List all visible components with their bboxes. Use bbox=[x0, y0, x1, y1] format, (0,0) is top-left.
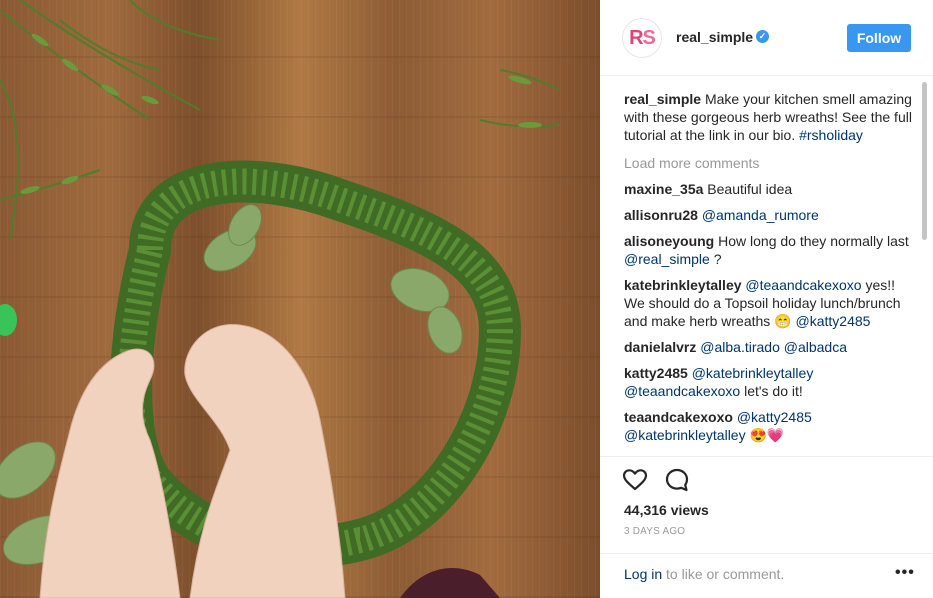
heart-icon[interactable] bbox=[622, 467, 648, 493]
comment-item: danielalvrz @alba.tirado @albadca bbox=[624, 338, 914, 356]
comment-icon[interactable] bbox=[664, 467, 690, 493]
login-rest-text: to like or comment. bbox=[666, 566, 785, 582]
comment-mention-link[interactable]: @alba.tirado bbox=[700, 339, 780, 355]
comment-emoji: 😍💗 bbox=[749, 427, 785, 443]
avatar-letter-r: R bbox=[629, 26, 643, 49]
post-date[interactable]: 3 DAYS AGO bbox=[624, 526, 685, 537]
comment-mention-link[interactable]: @teaandcakexoxo bbox=[624, 383, 740, 399]
avatar-letter-s: S bbox=[642, 26, 656, 49]
verified-badge-icon: ✓ bbox=[756, 30, 769, 43]
comment-mention-link[interactable]: @katebrinkleytalley bbox=[692, 365, 814, 381]
follow-button[interactable]: Follow bbox=[847, 24, 911, 52]
comments-scrollbar[interactable] bbox=[922, 82, 927, 240]
load-more-comments-link[interactable]: Load more comments bbox=[624, 154, 914, 172]
post-header: RS real_simple ✓ Follow bbox=[600, 0, 933, 76]
caption-username-link[interactable]: real_simple bbox=[624, 91, 701, 107]
comment-mention-link[interactable]: @teaandcakexoxo bbox=[745, 277, 861, 293]
comment-mention-link[interactable]: @katebrinkleytalley bbox=[624, 427, 746, 443]
comment-mention-link[interactable]: @real_simple bbox=[624, 251, 710, 267]
comment-text: let's do it! bbox=[744, 383, 803, 399]
comment-item: teaandcakexoxo @katty2485 @katebrinkleyt… bbox=[624, 408, 914, 444]
comment-username-link[interactable]: alisoneyoung bbox=[624, 233, 714, 249]
login-text: Log in to like or comment. bbox=[624, 566, 784, 582]
post-side-panel: RS real_simple ✓ Follow real_simple Make… bbox=[600, 0, 933, 598]
comment-username-link[interactable]: katebrinkleytalley bbox=[624, 277, 742, 293]
login-link[interactable]: Log in bbox=[624, 566, 662, 582]
comment-text: Beautiful idea bbox=[707, 181, 793, 197]
comment-username-link[interactable]: allisonru28 bbox=[624, 207, 698, 223]
comment-text: How long do they normally last bbox=[718, 233, 909, 249]
view-count[interactable]: 44,316 views bbox=[624, 502, 709, 518]
herb-wreath-image bbox=[0, 0, 561, 598]
avatar[interactable]: RS bbox=[622, 18, 662, 58]
comment-mention-link[interactable]: @amanda_rumore bbox=[702, 207, 819, 223]
login-prompt: Log in to like or comment. ••• bbox=[600, 553, 933, 598]
comment-username-link[interactable]: katty2485 bbox=[624, 365, 688, 381]
comment-mention-link[interactable]: @katty2485 bbox=[737, 409, 812, 425]
comment-username-link[interactable]: danielalvrz bbox=[624, 339, 696, 355]
comment-item: allisonru28 @amanda_rumore bbox=[624, 206, 914, 224]
comment-item: katebrinkleytalley @teaandcakexoxo yes!!… bbox=[624, 276, 914, 330]
post-caption: real_simple Make your kitchen smell amaz… bbox=[624, 90, 914, 144]
comment-username-link[interactable]: teaandcakexoxo bbox=[624, 409, 733, 425]
post-photo[interactable] bbox=[0, 0, 600, 598]
comment-mention-link[interactable]: @albadca bbox=[784, 339, 847, 355]
comment-username-link[interactable]: maxine_35a bbox=[624, 181, 703, 197]
caption-hashtag-link[interactable]: #rsholiday bbox=[799, 127, 863, 143]
header-username-link[interactable]: real_simple bbox=[676, 29, 753, 45]
comments-list[interactable]: real_simple Make your kitchen smell amaz… bbox=[624, 76, 914, 456]
post-actions: 44,316 views 3 DAYS AGO Log in to like o… bbox=[600, 456, 933, 598]
comment-item: alisoneyoung How long do they normally l… bbox=[624, 232, 914, 268]
comment-text-tail: ? bbox=[713, 251, 722, 267]
comment-item: katty2485 @katebrinkleytalley @teaandcak… bbox=[624, 364, 914, 400]
more-options-icon[interactable]: ••• bbox=[895, 564, 915, 582]
comment-mention-link[interactable]: @katty2485 bbox=[796, 313, 871, 329]
comment-item: maxine_35a Beautiful idea bbox=[624, 180, 914, 198]
